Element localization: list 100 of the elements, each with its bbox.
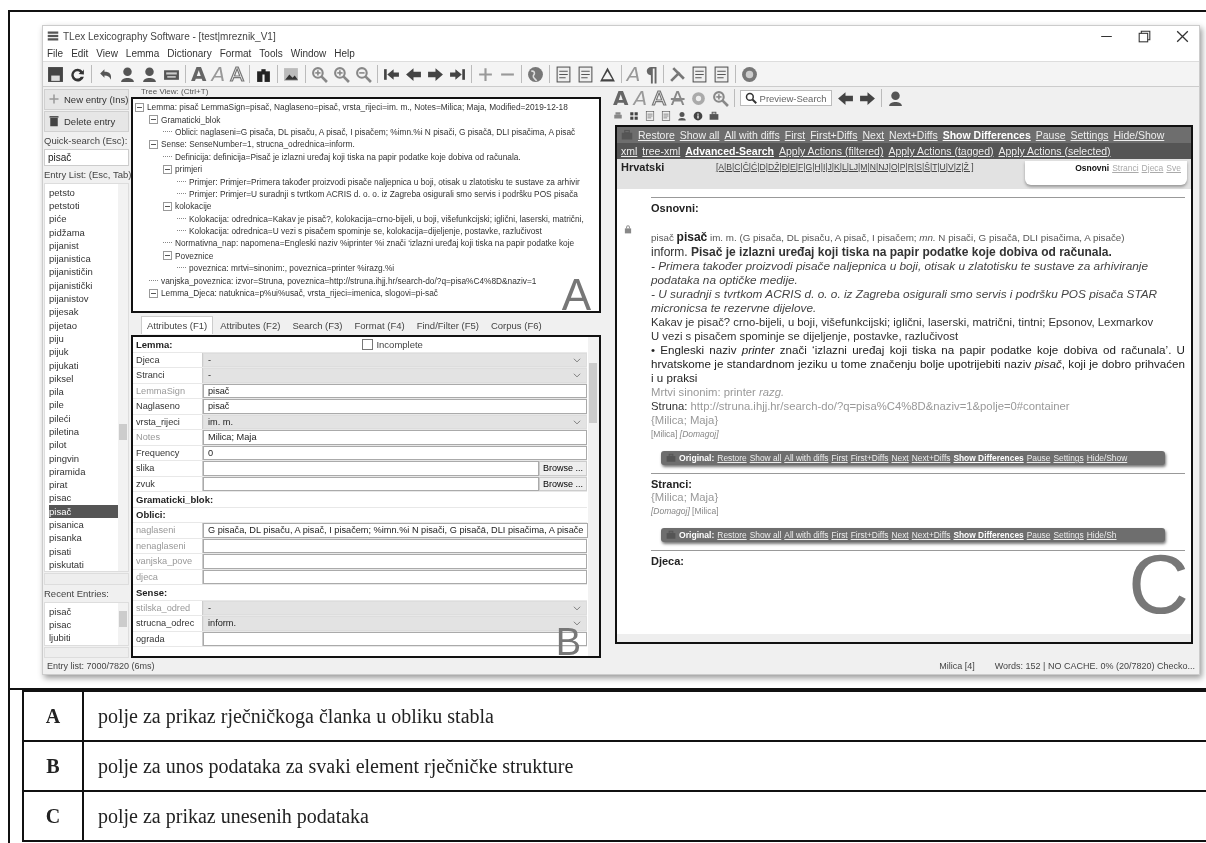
person-icon[interactable] xyxy=(677,110,687,121)
menu-item[interactable]: Tools xyxy=(259,48,283,59)
menu-item[interactable]: Help xyxy=(334,48,355,59)
left-arrow-icon[interactable] xyxy=(836,89,854,107)
scrollbar[interactable] xyxy=(44,646,129,658)
toolbar-link[interactable]: Restore xyxy=(638,129,675,141)
document-icon[interactable] xyxy=(576,65,594,83)
globe-icon[interactable] xyxy=(526,65,544,83)
entry-list-item[interactable]: pileći xyxy=(49,411,118,425)
menu-item[interactable]: Lemma xyxy=(125,48,160,59)
document-icon[interactable] xyxy=(691,65,709,83)
text-field[interactable]: G pisača, DL pisaču, A pisač, I pisačem; %imn.%i N pisači, G pisačā, DLI pisačima, A pisače xyxy=(203,523,589,538)
info-icon[interactable] xyxy=(693,110,703,121)
entry-list-item[interactable]: pisac xyxy=(49,491,118,505)
toolbar-link[interactable]: Settings xyxy=(1053,453,1084,463)
browse-button[interactable]: Browse ... xyxy=(539,461,587,476)
toolbar-link[interactable]: Pause xyxy=(1026,453,1051,463)
search-field[interactable]: Preview-Search xyxy=(739,90,832,106)
toolbar-link[interactable]: Restore xyxy=(717,453,747,463)
tab[interactable]: Format (F4) xyxy=(349,316,410,334)
toolbar-link[interactable]: All with diffs xyxy=(784,530,829,540)
entry-list-item[interactable]: petsto xyxy=(49,185,118,199)
entry-list-item[interactable]: pijanistov xyxy=(49,292,118,306)
entry-list-item[interactable]: pijanističin xyxy=(49,265,118,279)
tree-node-label[interactable]: poveznica: mrtvi=sinonim:, poveznica=printer %irazg.%i xyxy=(189,263,395,274)
tree-node-label[interactable]: Normativna_nap: napomena=Engleski naziv %iprinter %i znači ‘izlazni uređaj koji tiska na papir podatke koje xyxy=(175,238,575,249)
printer-icon[interactable] xyxy=(613,110,623,121)
tree-node-label[interactable]: Oblici: naglaseni=G pisača, DL pisaču, A pisač, I pisačem; %imn.%i N pisači, G pisačā, DLI pisačima, A pisač xyxy=(175,126,576,137)
checkbox[interactable] xyxy=(362,338,374,350)
collapse-icon[interactable] xyxy=(149,115,158,125)
menu-item[interactable]: Dictionary xyxy=(167,48,212,59)
scrollbar[interactable] xyxy=(118,602,128,645)
tree-node-label[interactable]: Kolokacija: odrednica=Kakav je pisač?, kolokacija=crno-bijeli, u boji, višefunkcijski; iglični, laserski, matrični, xyxy=(189,213,584,224)
scrollbar[interactable] xyxy=(588,337,599,656)
quick-search-field[interactable]: pisač xyxy=(44,148,129,166)
entry-list-item[interactable]: pile xyxy=(49,398,118,412)
toolbar-link[interactable]: First+Diffs xyxy=(850,453,889,463)
tree-node-label[interactable]: Primjer: Primjer=U suradnji s tvrtkom ACRIS d. o. o. iz Zagreba osigurali smo servis i podršku POS pisača xyxy=(189,188,578,199)
picture-icon[interactable] xyxy=(282,65,300,83)
format-glyph[interactable]: A xyxy=(613,88,629,108)
toolbar-link[interactable]: Next xyxy=(862,129,885,141)
collapse-icon[interactable] xyxy=(163,251,172,261)
file-field[interactable] xyxy=(203,461,539,476)
toolbar-link[interactable]: Next xyxy=(891,453,909,463)
zoom-out-icon[interactable] xyxy=(354,65,372,83)
toolbar-link[interactable]: Show all xyxy=(679,129,720,141)
toolbar-link[interactable]: Apply Actions (filtered) xyxy=(778,145,884,157)
entry-list-item[interactable]: petstoti xyxy=(49,198,118,213)
text-field[interactable]: Milica; Maja xyxy=(203,430,587,445)
entry-list-item[interactable]: piskutati xyxy=(49,557,118,572)
toolbar-link[interactable]: Apply Actions (selected) xyxy=(998,145,1111,157)
entry-list-item[interactable]: piletina xyxy=(49,425,118,439)
recent-entry-item[interactable]: ljubiti xyxy=(49,631,118,645)
tree-node-label[interactable]: vanjska_poveznica: izvor=Struna, poveznica=http://struna.ihjj.hr/search-do/?q=pisa%C4%8D&naziv=1 xyxy=(161,275,537,286)
tree-node-label[interactable]: Gramaticki_blok xyxy=(161,114,221,125)
person-icon[interactable] xyxy=(886,89,904,107)
toolbar-link[interactable]: First xyxy=(831,453,848,463)
entry-list-item[interactable]: pijukati xyxy=(49,358,118,372)
toolbar-link[interactable]: xml xyxy=(621,145,638,157)
toolbar-link[interactable]: Hide/Sh xyxy=(1086,530,1117,540)
toolbar-link[interactable]: Pause xyxy=(1035,129,1066,141)
person-icon[interactable] xyxy=(119,65,136,83)
alphabet-index[interactable]: [A|B|C|Č|Ć|D|DŽ|Đ|E|F|G|H|I|J|K|L|LJ|M|N|NJ|O|P|R|S|Š|T|U|V|Z|Ž ] xyxy=(668,161,1021,174)
text-field[interactable] xyxy=(203,554,587,569)
menu-item[interactable]: Window xyxy=(290,48,327,59)
delete-entry-button[interactable]: Delete entry xyxy=(44,110,129,132)
menu-item[interactable]: View xyxy=(96,48,118,59)
entry-list-item[interactable]: pirat xyxy=(49,478,118,492)
tree-node-label[interactable]: Lemma_Djeca: natuknica=p%ui%usač, vrsta_rijeci=imenica, slogovi=pi-sač xyxy=(161,288,438,299)
entry-list-item[interactable]: pijanist xyxy=(49,238,118,253)
format-glyph[interactable]: A xyxy=(191,64,207,84)
document-icon[interactable] xyxy=(713,65,731,83)
collapse-icon[interactable] xyxy=(163,201,172,211)
entry-list-item[interactable]: pisati xyxy=(49,544,118,558)
tree-node-label[interactable]: Sense: SenseNumber=1, strucna_odrednica=inform. xyxy=(161,139,355,150)
tree-node-label[interactable]: Definicija: definicija=Pisač je izlazni uređaj koji tiska na papir podatke koje dobiva od računala. xyxy=(175,151,521,162)
toolbar-link[interactable]: Next+Diffs xyxy=(889,129,938,141)
toolbar-link[interactable]: Apply Actions (tagged) xyxy=(888,145,994,157)
entry-list-item[interactable]: pisač xyxy=(49,504,118,519)
tab[interactable]: Find/Filter (F5) xyxy=(411,316,484,334)
toolbar-link[interactable]: Show Differences xyxy=(953,453,1024,463)
toolbar-link[interactable]: Show Differences xyxy=(953,530,1024,540)
toolbar-link[interactable]: Next+Diffs xyxy=(911,530,951,540)
toolbar-link[interactable]: Show Differences xyxy=(942,129,1031,141)
collapse-icon[interactable] xyxy=(149,139,158,149)
zoom-in-icon[interactable] xyxy=(332,65,350,83)
toolbar-link[interactable]: Next+Diffs xyxy=(911,453,951,463)
person-icon[interactable] xyxy=(141,65,158,83)
menu-item[interactable]: File xyxy=(47,48,64,59)
toolbar-link[interactable]: Settings xyxy=(1053,530,1084,540)
format-glyph[interactable]: ¶ xyxy=(645,64,659,84)
warning-icon[interactable] xyxy=(598,65,616,83)
toolbar-link[interactable]: Restore xyxy=(717,530,747,540)
document-icon[interactable] xyxy=(661,110,671,121)
entry-list-item[interactable]: pijetao xyxy=(49,318,118,332)
toolbar-link[interactable]: Hide/Show xyxy=(1113,129,1165,141)
entry-list-item[interactable]: pidžama xyxy=(49,225,118,239)
tab[interactable]: Attributes (F2) xyxy=(215,316,286,334)
entry-list-item[interactable]: pijanistica xyxy=(49,252,118,266)
toolbar-link[interactable]: Advanced-Search xyxy=(685,145,774,157)
